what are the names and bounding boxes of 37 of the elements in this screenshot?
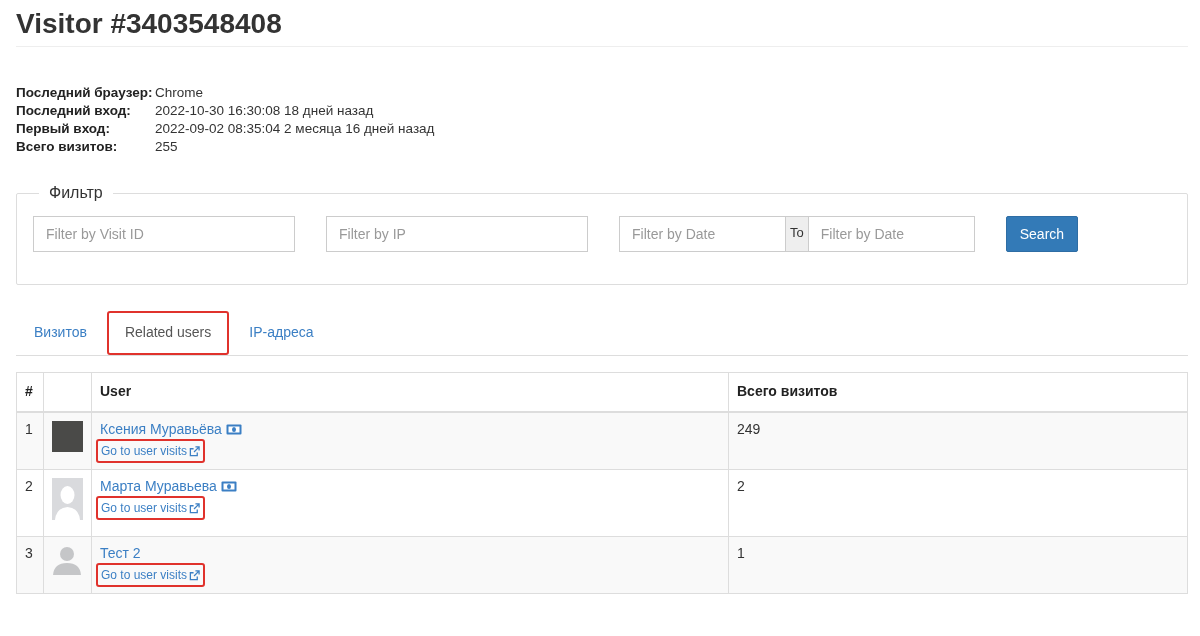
user-silhouette-icon	[52, 545, 82, 575]
info-value: 255	[155, 139, 179, 154]
filter-legend: Фильтр	[39, 184, 113, 202]
user-visits-link[interactable]: Go to user visits	[96, 496, 206, 520]
avatar-placeholder	[52, 478, 83, 520]
visits-count: 249	[737, 421, 761, 437]
date-to-field[interactable]: Filter by Date	[807, 216, 975, 252]
info-value: 2022-10-30 16:30:08 18 дней назад	[155, 103, 375, 118]
row-number: 3	[25, 545, 33, 561]
visit-id-field[interactable]: Filter by Visit ID	[33, 216, 295, 252]
row-number: 1	[25, 421, 33, 437]
external-link-icon	[189, 569, 201, 581]
user-name-link[interactable]: Тест 2	[100, 545, 141, 561]
user-visits-link[interactable]: Go to user visits	[96, 563, 206, 587]
page-title: Visitor #3403548408	[16, 8, 1188, 47]
tab[interactable]: IP-адреса	[231, 311, 332, 355]
visits-count: 1	[737, 545, 745, 561]
user-visits-link[interactable]: Go to user visits	[96, 439, 206, 463]
info-label: Первый вход:	[16, 121, 111, 136]
visits-count: 2	[737, 478, 745, 494]
search-button[interactable]: Search	[1005, 216, 1079, 252]
info-value: 2022-09-02 08:35:04 2 месяца 16 дней назад	[155, 121, 436, 136]
date-from-field[interactable]: Filter by Date	[619, 216, 786, 252]
row-number: 2	[25, 478, 33, 494]
ip-field[interactable]: Filter by IP	[326, 216, 588, 252]
info-label: Последний браузер:	[16, 85, 154, 100]
info-value: Chrome	[155, 85, 204, 100]
user-name-link[interactable]: Марта Муравьева	[100, 478, 217, 494]
user-name-link[interactable]: Ксения Муравьёва	[100, 421, 222, 437]
external-link-icon	[189, 502, 201, 514]
info-label: Всего визитов:	[16, 139, 119, 154]
tab[interactable]: Визитов	[16, 311, 105, 355]
to-label: To	[786, 216, 808, 252]
photo-placeholder	[52, 421, 83, 452]
tab[interactable]: Related users	[106, 311, 230, 355]
external-link-icon	[189, 445, 201, 457]
info-label: Последний вход:	[16, 103, 132, 118]
